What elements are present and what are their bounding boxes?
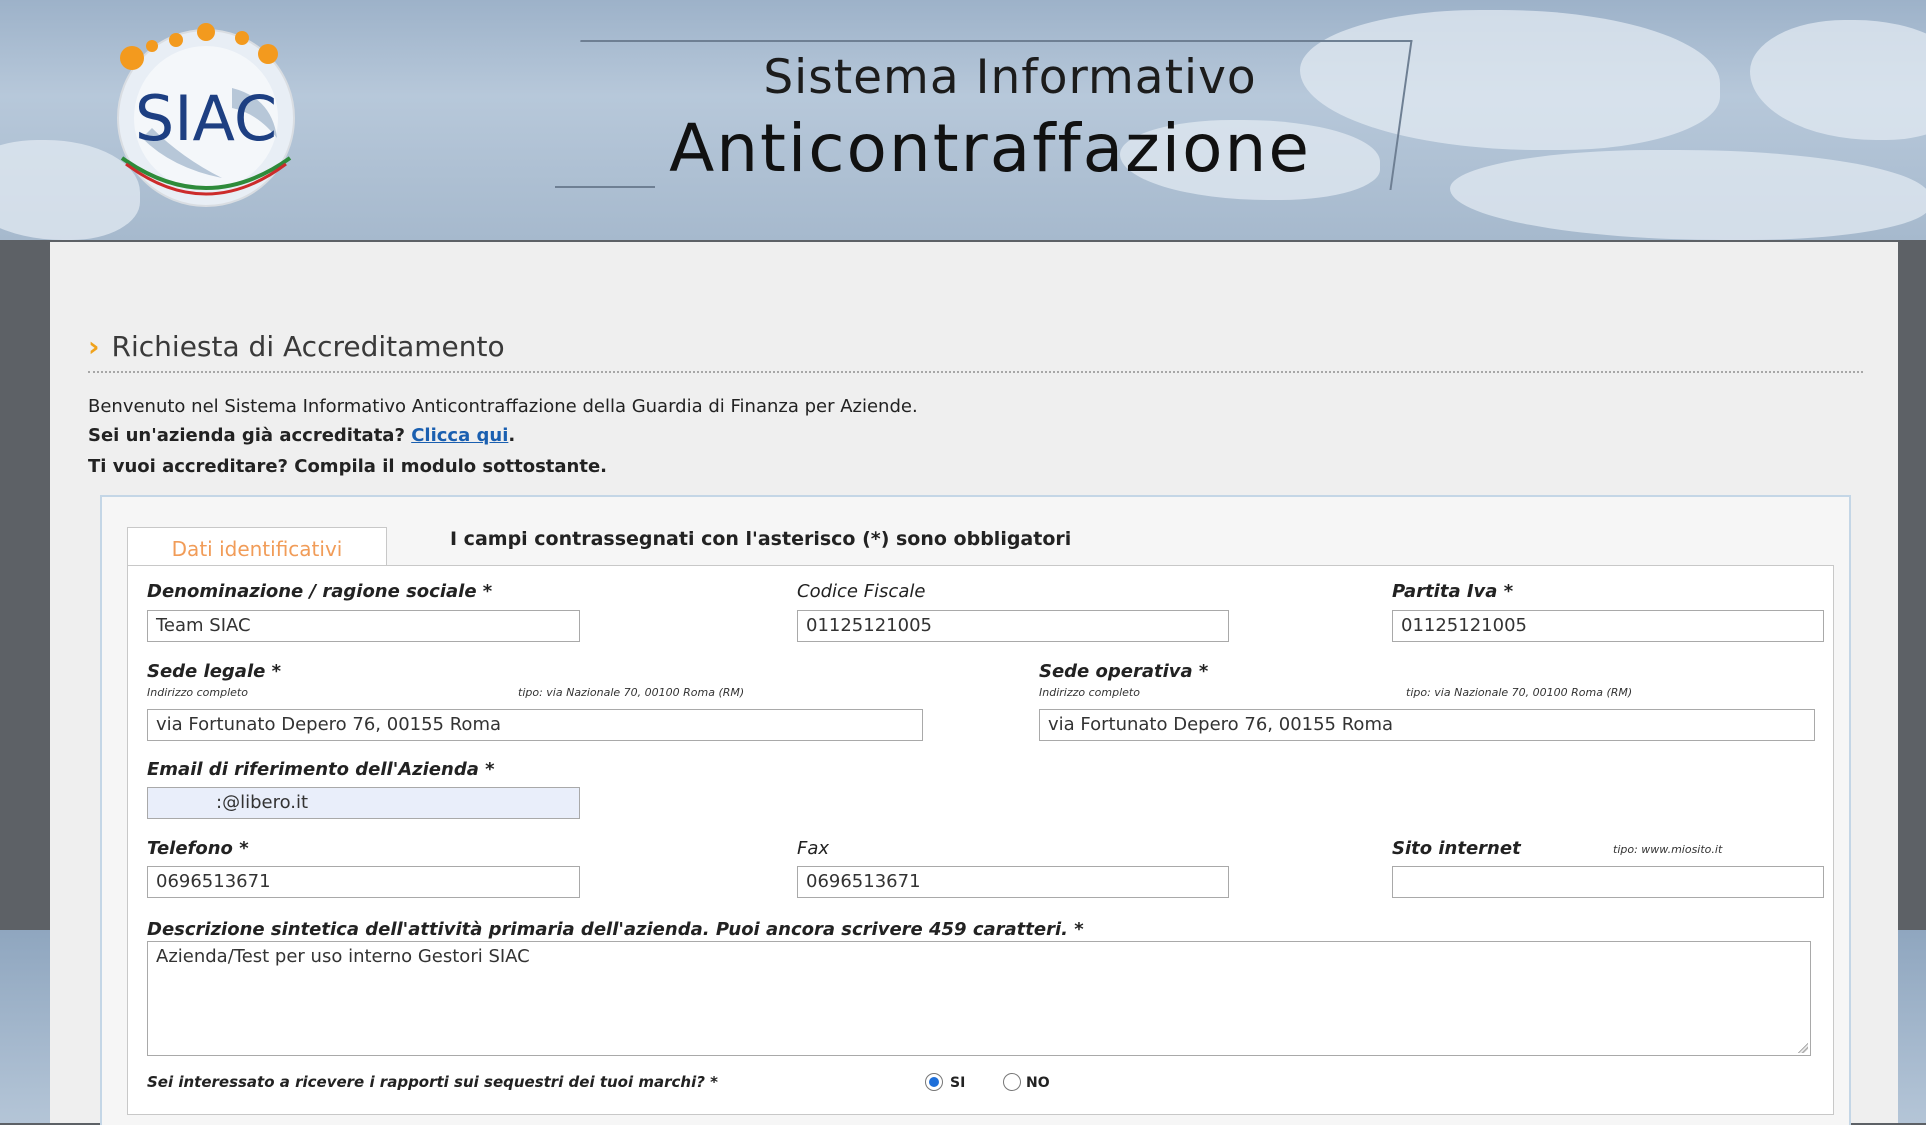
intro-period: . (508, 425, 516, 446)
required-fields-note: I campi contrassegnati con l'asterisco (… (450, 528, 1072, 550)
sito-hint: tipo: www.miosito.it (1613, 843, 1723, 856)
fax-input[interactable]: 0696513671 (797, 866, 1229, 898)
radio-no-label: NO (1026, 1075, 1050, 1091)
map-background (1750, 20, 1926, 140)
sede-operativa-input[interactable]: via Fortunato Depero 76, 00155 Roma (1039, 709, 1815, 741)
fax-label: Fax (797, 838, 830, 859)
page-title: › Richiesta di Accreditamento (88, 330, 505, 363)
login-link[interactable]: Clicca qui (411, 425, 508, 446)
radio-si-label: SI (950, 1075, 966, 1091)
sito-label: Sito internet (1392, 838, 1521, 859)
siac-logo[interactable]: SIAC (82, 18, 330, 213)
telefono-input[interactable]: 0696513671 (147, 866, 580, 898)
sito-input[interactable] (1392, 866, 1824, 898)
chevron-right-icon: › (88, 330, 100, 363)
tab-dati-identificativi[interactable]: Dati identificativi (127, 527, 387, 568)
intro-instruction: Ti vuoi accreditare? Compila il modulo s… (88, 456, 608, 477)
logo-text: SIAC (135, 82, 277, 155)
sede-operativa-sublabel: Indirizzo completo (1039, 686, 1140, 699)
codice-fiscale-label: Codice Fiscale (797, 581, 926, 602)
map-background (1450, 150, 1926, 240)
sede-legale-sublabel: Indirizzo completo (147, 686, 248, 699)
descrizione-text: Azienda/Test per uso interno Gestori SIA… (156, 946, 530, 967)
telefono-label: Telefono * (147, 838, 249, 859)
partita-iva-label: Partita Iva * (1392, 581, 1514, 602)
header-frame (555, 186, 655, 188)
email-label: Email di riferimento dell'Azienda * (147, 759, 495, 780)
radio-no[interactable] (1003, 1073, 1021, 1091)
descrizione-textarea[interactable]: Azienda/Test per uso interno Gestori SIA… (147, 941, 1811, 1056)
denominazione-label: Denominazione / ragione sociale * (147, 581, 493, 602)
sede-legale-hint: tipo: via Nazionale 70, 00100 Roma (RM) (518, 686, 745, 699)
intro-already-accredited: Sei un'azienda già accreditata? Clicca q… (88, 425, 515, 446)
partita-iva-input[interactable]: 01125121005 (1392, 610, 1824, 642)
title-divider (88, 371, 1863, 373)
sede-operativa-label: Sede operativa * (1039, 661, 1209, 682)
resize-grip-icon[interactable] (1798, 1043, 1808, 1053)
header-title-line2: Anticontraffazione (669, 110, 1311, 187)
sede-legale-input[interactable]: via Fortunato Depero 76, 00155 Roma (147, 709, 923, 741)
email-input[interactable]: :@libero.it (147, 787, 580, 819)
radio-si[interactable] (925, 1073, 943, 1091)
rapporti-question: Sei interessato a ricevere i rapporti su… (147, 1073, 718, 1091)
descrizione-label: Descrizione sintetica dell'attività prim… (147, 919, 1084, 940)
intro-already-text: Sei un'azienda già accreditata? (88, 425, 405, 446)
denominazione-input[interactable]: Team SIAC (147, 610, 580, 642)
page-title-text: Richiesta di Accreditamento (111, 330, 505, 363)
site-header: SIAC Sistema Informativo Anticontraffazi… (0, 0, 1926, 240)
header-title-line1: Sistema Informativo (763, 50, 1257, 105)
intro-welcome: Benvenuto nel Sistema Informativo Antico… (88, 396, 918, 417)
sede-operativa-hint: tipo: via Nazionale 70, 00100 Roma (RM) (1406, 686, 1633, 699)
sede-legale-label: Sede legale * (147, 661, 281, 682)
codice-fiscale-input[interactable]: 01125121005 (797, 610, 1229, 642)
